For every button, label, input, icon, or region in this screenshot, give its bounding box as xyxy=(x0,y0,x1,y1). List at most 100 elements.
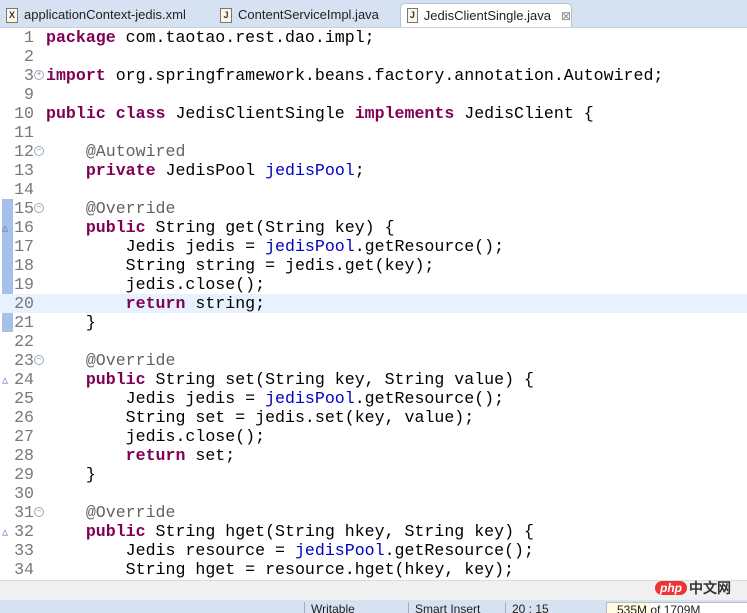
code-line: 24 △ public String set(String key, String… xyxy=(0,370,747,389)
line-number: 16 xyxy=(14,218,34,237)
code-text: @Override xyxy=(46,351,176,370)
code-token: JedisClient { xyxy=(454,104,594,123)
code-token: @Autowired xyxy=(85,142,186,161)
code-text: private JedisPool jedisPool; xyxy=(46,161,365,180)
code-token: jedisPool xyxy=(294,541,385,560)
line-number: 10 xyxy=(14,104,34,123)
tab-contentserviceimpl-java[interactable]: J ContentServiceImpl.java xyxy=(214,3,398,27)
code-line: 16 △ public String get(String key) { xyxy=(0,218,747,237)
code-token: JedisClientSingle xyxy=(165,104,355,123)
code-token: private xyxy=(85,161,156,180)
tab-jedisclientsingle-java[interactable]: J JedisClientSingle.java ⊠ xyxy=(400,3,572,27)
code-text: public String get(String key) { xyxy=(46,218,395,237)
code-line: 1 package com.taotao.rest.dao.impl; xyxy=(0,28,747,47)
code-token: com.taotao.rest.dao.impl; xyxy=(115,28,375,47)
tab-applicationcontext-jedis-xml[interactable]: XapplicationContext-jedis.xml xyxy=(0,3,212,27)
close-tab-icon[interactable]: ⊠ xyxy=(561,4,571,28)
code-text: public String set(String key, String val… xyxy=(46,370,534,389)
code-text: public class JedisClientSingle implement… xyxy=(46,104,594,123)
watermark-logo: php 中文网 xyxy=(655,578,731,598)
code-line: 21 } xyxy=(0,313,747,332)
collapse-fold-icon[interactable]: − xyxy=(34,507,44,517)
status-bar: Writable Smart Insert 20 : 15 535M of 17… xyxy=(0,600,747,613)
code-token: return xyxy=(125,446,186,465)
code-line: 27 jedis.close(); xyxy=(0,427,747,446)
code-token: string; xyxy=(185,294,266,313)
code-line: 18 String string = jedis.get(key); xyxy=(0,256,747,275)
java-file-icon: J xyxy=(407,8,418,23)
code-line: 17 Jedis jedis = jedisPool.getResource()… xyxy=(0,237,747,256)
code-text: return string; xyxy=(46,294,265,313)
code-line: 30 xyxy=(0,484,747,503)
heap-status[interactable]: 535M of 1709M xyxy=(606,602,747,613)
line-number: 19 xyxy=(14,275,34,294)
code-text: } xyxy=(46,313,96,332)
collapse-fold-icon[interactable]: − xyxy=(34,203,44,213)
code-token: public xyxy=(85,370,146,389)
code-token: jedis.close(); xyxy=(46,275,266,294)
code-token: @Override xyxy=(85,351,176,370)
line-number: 31 xyxy=(14,503,34,522)
code-text: public String hget(String hkey, String k… xyxy=(46,522,534,541)
line-number: 13 xyxy=(14,161,34,180)
status-insert-mode: Smart Insert xyxy=(408,602,480,613)
code-line: 14 xyxy=(0,180,747,199)
line-number: 2 xyxy=(24,47,34,66)
code-token: public xyxy=(46,104,106,123)
status-cursor-position: 20 : 15 xyxy=(505,602,549,613)
code-line: 31− @Override xyxy=(0,503,747,522)
code-line: 28 return set; xyxy=(0,446,747,465)
code-text: @Autowired xyxy=(46,142,186,161)
code-token: .getResource(); xyxy=(354,389,505,408)
code-line: 13 private JedisPool jedisPool; xyxy=(0,161,747,180)
xml-file-icon: X xyxy=(6,7,18,23)
line-number: 14 xyxy=(14,180,34,199)
code-text: Jedis jedis = jedisPool.getResource(); xyxy=(46,237,504,256)
collapse-fold-icon[interactable]: − xyxy=(34,355,44,365)
code-text: @Override xyxy=(46,503,176,522)
code-token: @Override xyxy=(85,503,176,522)
code-token: Jedis jedis = xyxy=(46,389,266,408)
line-number: 21 xyxy=(14,313,34,332)
code-token: String hget = resource.hget(hkey, key); xyxy=(46,560,515,579)
collapse-fold-icon[interactable]: − xyxy=(34,146,44,156)
line-number: 24 xyxy=(14,370,34,389)
expand-fold-icon[interactable]: + xyxy=(34,70,44,80)
code-line: 9 xyxy=(0,85,747,104)
code-token: org.springframework.beans.factory.annota… xyxy=(105,66,664,85)
code-editor[interactable]: 1 package com.taotao.rest.dao.impl; 2 3 + imp… xyxy=(0,27,747,580)
code-line: 11 xyxy=(0,123,747,142)
line-number: 30 xyxy=(14,484,34,503)
code-line: 2 xyxy=(0,47,747,66)
code-text: @Override xyxy=(46,199,176,218)
code-text: jedis.close(); xyxy=(46,275,265,294)
code-token: class xyxy=(115,104,166,123)
code-text: package com.taotao.rest.dao.impl; xyxy=(46,28,375,47)
horizontal-scrollbar[interactable] xyxy=(0,580,747,601)
line-number: 25 xyxy=(14,389,34,408)
code-token: jedisPool xyxy=(265,389,355,408)
watermark-text: 中文网 xyxy=(689,580,731,596)
code-token: String set(String key, String value) { xyxy=(145,370,534,389)
code-token: String string = jedis.get(key); xyxy=(46,256,435,275)
code-text: Jedis resource = jedisPool.getResource()… xyxy=(46,541,534,560)
watermark-php: php xyxy=(655,581,687,595)
line-number: 34 xyxy=(14,560,34,579)
code-text: String set = jedis.set(key, value); xyxy=(46,408,475,427)
code-token: jedisPool xyxy=(265,237,355,256)
line-number: 3 xyxy=(24,66,34,85)
code-line: 19 jedis.close(); xyxy=(0,275,747,294)
line-number: 11 xyxy=(14,123,34,142)
line-number: 27 xyxy=(14,427,34,446)
code-text: import org.springframework.beans.factory… xyxy=(46,66,663,85)
line-number: 15 xyxy=(14,199,34,218)
line-number: 1 xyxy=(24,28,34,47)
code-text: } xyxy=(46,465,96,484)
code-token: set; xyxy=(185,446,236,465)
